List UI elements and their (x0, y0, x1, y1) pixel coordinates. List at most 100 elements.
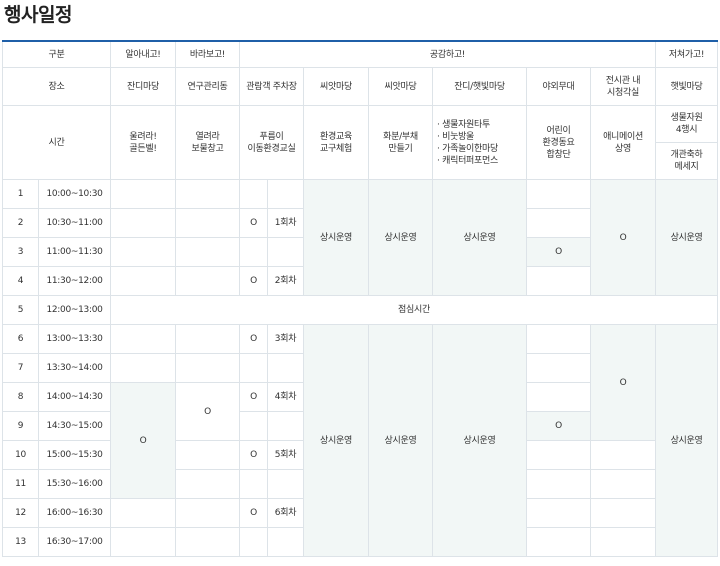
o-mark-p7: O (526, 411, 591, 441)
program-1: 울려라! 골든벨! (110, 105, 176, 180)
program-8: 애니메이션 상영 (589, 105, 657, 180)
row-number: 3 (2, 237, 39, 267)
cell (239, 353, 268, 383)
cell (526, 498, 591, 528)
row-time: 16:30~17:00 (38, 527, 111, 557)
always-cell-p9: 상시운영 (655, 179, 719, 296)
cell (110, 324, 176, 354)
place-4: 씨앗마당 (303, 67, 369, 106)
program-2: 열려라 보물창고 (175, 105, 240, 180)
row-time: 15:00~15:30 (38, 440, 111, 470)
always-cell-p5: 상시운영 (368, 324, 433, 557)
cell (175, 179, 240, 209)
category-c3: 공감하고! (238, 40, 657, 68)
o-mark: O (239, 382, 268, 412)
round-label: 5회차 (267, 440, 304, 470)
cell (175, 527, 240, 557)
cell (267, 179, 304, 209)
round-label: 2회차 (267, 266, 304, 296)
cell (526, 469, 591, 499)
row-time: 11:30~12:00 (38, 266, 111, 296)
place-8: 전시관 내 시청각실 (589, 67, 657, 106)
schedule-table: 구분 알아내고! 바라보고! 공감하고! 저쳐가고! 장소 잔디마당 연구관리동… (2, 40, 719, 557)
round-label: 1회차 (267, 208, 304, 238)
row-time: 12:00~13:00 (38, 295, 111, 325)
cell (267, 527, 304, 557)
cell (526, 179, 591, 209)
cell (110, 266, 176, 296)
division-header: 구분 (2, 40, 111, 68)
program-5: 화분/부채 만들기 (368, 105, 433, 180)
program-6: · 생물자원타투 · 비눗방울 · 가족놀이한마당 · 캐릭터퍼포먼스 (432, 105, 527, 180)
cell (175, 353, 240, 383)
place-9: 햇빛마당 (655, 67, 719, 106)
cell (526, 324, 591, 354)
row-time: 10:30~11:00 (38, 208, 111, 238)
cell (267, 353, 304, 383)
cell (267, 411, 304, 441)
cell (175, 440, 240, 470)
table-row: 5 12:00~13:00 점심시간 (2, 295, 719, 325)
cell (175, 498, 240, 528)
row-time: 13:00~13:30 (38, 324, 111, 354)
always-cell-p4: 상시운영 (303, 179, 369, 296)
o-mark: O (239, 208, 268, 238)
cell (110, 498, 176, 528)
program-row: 시간 울려라! 골든벨! 열려라 보물창고 푸름이 이동환경교실 환경교육 교구… (2, 105, 719, 180)
cell (110, 208, 176, 238)
cell (526, 208, 591, 238)
program-3: 푸름이 이동환경교실 (239, 105, 304, 180)
place-5: 씨앗마당 (368, 67, 433, 106)
cell (589, 498, 657, 528)
row-number: 10 (2, 440, 39, 470)
row-number: 8 (2, 382, 39, 412)
row-number: 9 (2, 411, 39, 441)
row-time: 14:00~14:30 (38, 382, 111, 412)
category-c1: 알아내고! (110, 40, 176, 68)
place-3: 관람객 주차장 (239, 67, 304, 106)
cell (110, 179, 176, 209)
place-7: 야외무대 (526, 67, 591, 106)
place-6: 잔디/햇빛마당 (432, 67, 527, 106)
cell (589, 440, 657, 470)
cell (239, 237, 268, 267)
row-number: 12 (2, 498, 39, 528)
row-time: 10:00~10:30 (38, 179, 111, 209)
cell (239, 411, 268, 441)
cell (175, 469, 240, 499)
cell (526, 353, 591, 383)
cell (589, 527, 657, 557)
cell (110, 237, 176, 267)
program-9a: 생물자원 4행시 (655, 105, 719, 143)
o-mark-p8: O (589, 324, 657, 441)
row-number: 11 (2, 469, 39, 499)
row-time: 11:00~11:30 (38, 237, 111, 267)
cell (239, 469, 268, 499)
cell (175, 266, 240, 296)
program-7: 어린이 환경동요 합창단 (526, 105, 591, 180)
o-mark: O (239, 266, 268, 296)
time-label: 시간 (2, 105, 111, 180)
schedule-table-container: 구분 알아내고! 바라보고! 공감하고! 저쳐가고! 장소 잔디마당 연구관리동… (2, 40, 719, 557)
cell (267, 237, 304, 267)
always-cell-p6: 상시운영 (432, 179, 527, 296)
cell (239, 179, 268, 209)
always-cell-p6: 상시운영 (432, 324, 527, 557)
cell (239, 527, 268, 557)
cell (110, 527, 176, 557)
o-mark: O (239, 498, 268, 528)
always-cell-p4: 상시운영 (303, 324, 369, 557)
cell (175, 237, 240, 267)
row-number: 5 (2, 295, 39, 325)
row-number: 1 (2, 179, 39, 209)
program-9b: 개관축하 메세지 (655, 142, 719, 180)
cell (110, 353, 176, 383)
row-number: 7 (2, 353, 39, 383)
table-row: 6 13:00~13:30 O 3회차 상시운영 상시운영 상시운영 O 상시운… (2, 324, 719, 557)
row-number: 4 (2, 266, 39, 296)
cell (526, 527, 591, 557)
always-cell-p9: 상시운영 (655, 324, 719, 557)
row-number: 13 (2, 527, 39, 557)
row-number: 2 (2, 208, 39, 238)
o-mark-p7: O (526, 237, 591, 267)
